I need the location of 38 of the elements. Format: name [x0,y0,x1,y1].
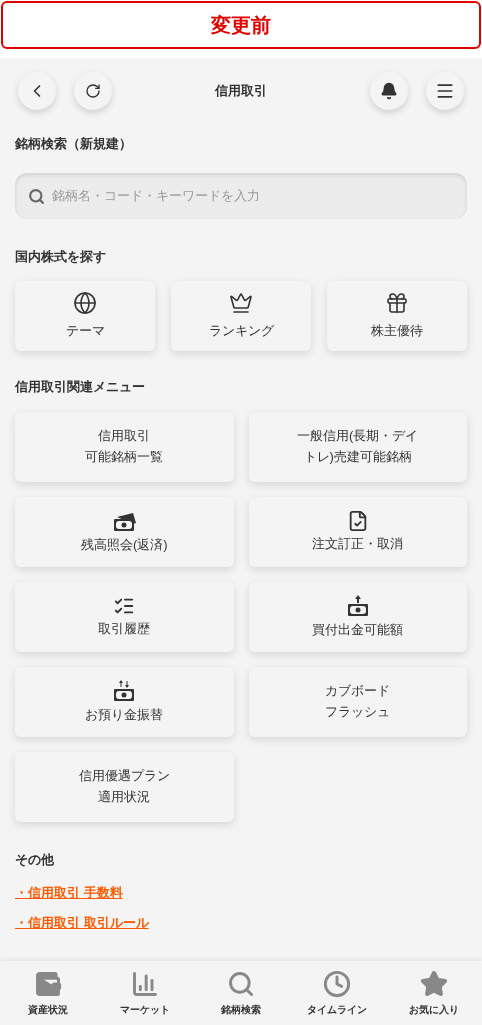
category-button[interactable]: 株主優待 [327,281,467,351]
star-icon [419,969,448,998]
category-button[interactable]: テーマ [15,281,155,351]
gift-icon [385,291,409,316]
section-heading: 国内株式を探す [15,247,107,266]
menu-tile[interactable]: 取引履歴 [15,581,234,652]
category-button[interactable]: ランキング [171,281,311,351]
page-title: 信用取引 [213,81,268,100]
menu-button[interactable] [426,71,464,110]
bell-icon [380,81,398,100]
refresh-button[interactable] [74,71,112,110]
menu-tile[interactable]: 信用優遇プラン 適用状況 [15,751,234,822]
menu-tile[interactable]: 残高照会(返済) [15,496,234,567]
search-icon [227,969,255,998]
menu-tile[interactable]: お預り金振替 [15,666,234,737]
nav-tab[interactable]: お気に入り [385,961,482,1025]
crown-icon [229,291,253,316]
nav-tab[interactable]: タイムライン [289,961,386,1025]
search-icon [28,187,45,205]
before-change-banner: 変更前 [1,1,481,49]
menu-tile[interactable]: カブボード フラッシュ [248,666,467,737]
wallet-icon [34,969,63,998]
nav-tab[interactable]: 資産状況 [0,961,97,1025]
section-heading: 信用取引関連メニュー [15,378,146,396]
menu-tile[interactable]: 信用取引 可能銘柄一覧 [15,411,234,482]
section-heading: その他 [15,850,55,869]
bar-chart-icon [130,969,159,998]
section-heading: 銘柄検索（新規建） [15,135,133,153]
menu-tile[interactable]: 買付出金可能額 [248,581,467,652]
menu-tile[interactable]: 一般信用(長期・デイ トレ)売建可能銘柄 [248,411,467,482]
globe-icon [73,291,97,316]
refresh-icon [85,82,101,99]
nav-tab[interactable]: 銘柄検索 [192,961,290,1025]
search-field[interactable]: 銘柄名・コード・キーワードを入力 [15,172,467,219]
notification-button[interactable] [370,71,408,110]
nav-tab[interactable]: マーケット [96,961,193,1025]
clock-icon [323,969,352,998]
menu-tile[interactable]: 注文訂正・取消 [248,496,467,567]
